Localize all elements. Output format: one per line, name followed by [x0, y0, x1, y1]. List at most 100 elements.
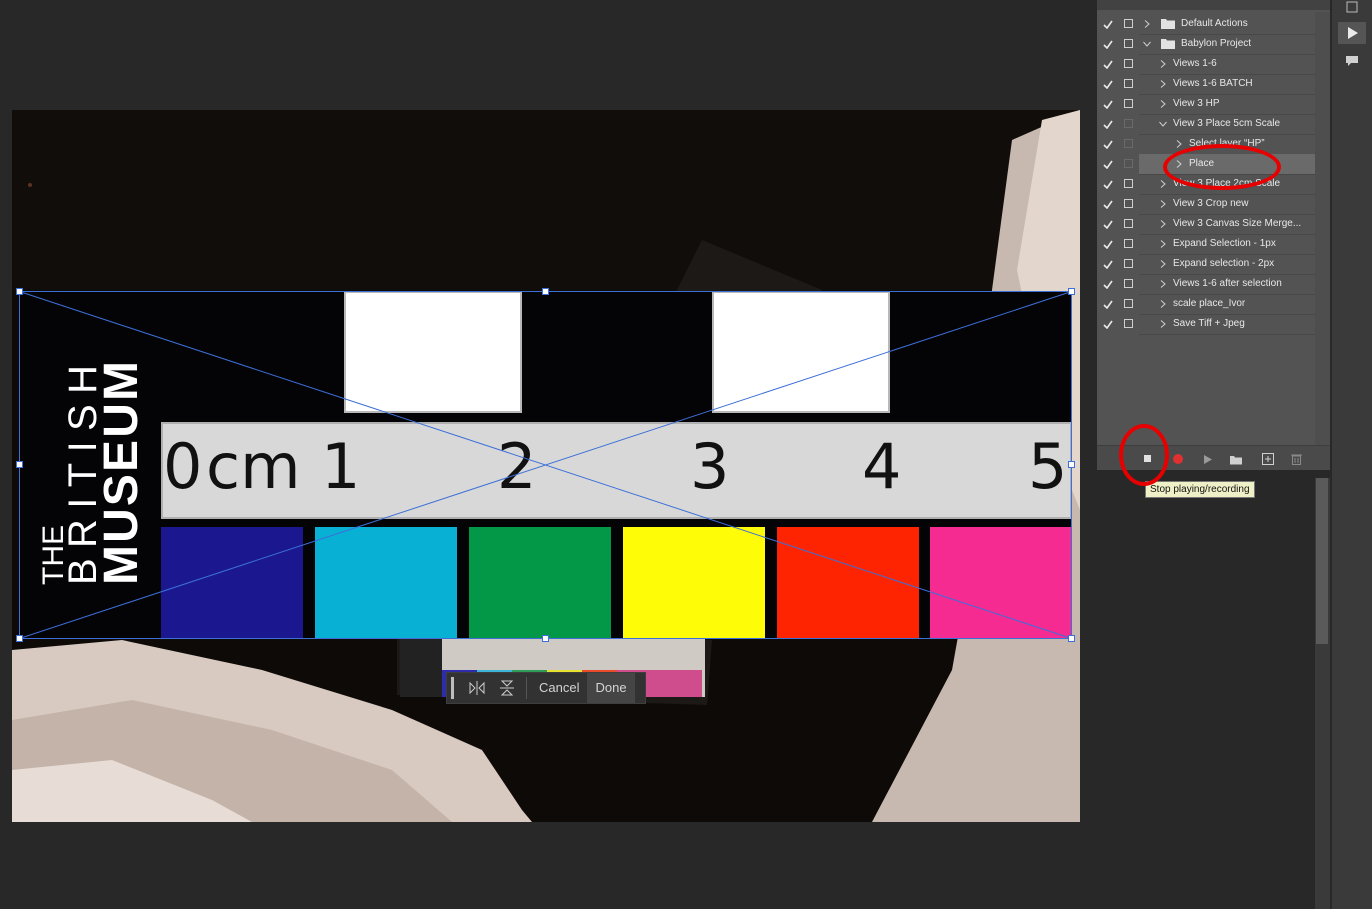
checkmark-icon[interactable] — [1100, 116, 1116, 132]
transform-bounding-box[interactable] — [12, 110, 1080, 822]
action-list-item[interactable]: View 3 Canvas Size Merge... — [1097, 214, 1315, 235]
record-icon[interactable] — [1169, 450, 1187, 468]
flip-horizontal-icon[interactable] — [462, 673, 492, 703]
chevron-right-icon[interactable] — [1159, 220, 1167, 228]
transform-handle[interactable] — [542, 635, 549, 642]
dialog-toggle-icon[interactable] — [1124, 239, 1133, 248]
dialog-toggle-icon[interactable] — [1124, 219, 1133, 228]
action-list-item[interactable]: Default Actions — [1097, 14, 1315, 35]
action-row-content: Expand selection - 2px — [1139, 254, 1315, 275]
chevron-right-icon[interactable] — [1159, 280, 1167, 288]
dialog-toggle-icon[interactable] — [1124, 279, 1133, 288]
chevron-down-icon[interactable] — [1159, 120, 1167, 128]
flip-vertical-icon[interactable] — [492, 673, 522, 703]
checkmark-icon[interactable] — [1100, 96, 1116, 112]
dialog-toggle-icon[interactable] — [1124, 139, 1133, 148]
dialog-toggle-icon[interactable] — [1124, 199, 1133, 208]
transform-handle[interactable] — [1068, 288, 1075, 295]
panel-tab-bar — [1097, 0, 1330, 10]
dialog-toggle-icon[interactable] — [1124, 319, 1133, 328]
checkmark-icon[interactable] — [1100, 196, 1116, 212]
toolbar-grip[interactable] — [451, 677, 454, 699]
action-label: View 3 Canvas Size Merge... — [1173, 218, 1302, 229]
checkmark-icon[interactable] — [1100, 276, 1116, 292]
dialog-toggle-icon[interactable] — [1124, 119, 1133, 128]
dialog-toggle-icon[interactable] — [1124, 59, 1133, 68]
transform-handle[interactable] — [16, 288, 23, 295]
chevron-down-icon[interactable] — [1143, 40, 1151, 48]
action-row-content: Save Tiff + Jpeg — [1139, 314, 1315, 335]
transform-handle[interactable] — [16, 461, 23, 468]
action-label: Expand Selection - 1px — [1173, 238, 1276, 249]
transform-handle[interactable] — [1068, 635, 1075, 642]
transform-handle[interactable] — [1068, 461, 1075, 468]
action-list-item[interactable]: Views 1-6 BATCH — [1097, 74, 1315, 95]
action-list-item[interactable]: Expand Selection - 1px — [1097, 234, 1315, 255]
checkmark-icon[interactable] — [1100, 236, 1116, 252]
transform-handle[interactable] — [16, 635, 23, 642]
chevron-right-icon[interactable] — [1159, 80, 1167, 88]
action-list-item[interactable]: Views 1-6 — [1097, 54, 1315, 75]
new-action-icon[interactable] — [1259, 450, 1277, 468]
checkmark-icon[interactable] — [1100, 316, 1116, 332]
checkmark-icon[interactable] — [1100, 136, 1116, 152]
action-list-item[interactable]: View 3 Place 5cm Scale — [1097, 114, 1315, 135]
action-list-item[interactable]: Views 1-6 after selection — [1097, 274, 1315, 295]
dialog-toggle-icon[interactable] — [1124, 19, 1133, 28]
play-icon[interactable] — [1199, 450, 1217, 468]
comments-icon[interactable] — [1338, 50, 1366, 72]
annotation-circle — [1119, 424, 1169, 486]
checkmark-icon[interactable] — [1100, 36, 1116, 52]
action-label: Views 1-6 BATCH — [1173, 78, 1253, 89]
transform-handle[interactable] — [542, 288, 549, 295]
chevron-right-icon[interactable] — [1159, 200, 1167, 208]
chevron-right-icon[interactable] — [1159, 100, 1167, 108]
action-row-content: Babylon Project — [1139, 34, 1315, 55]
action-label: View 3 HP — [1173, 98, 1220, 109]
scrollbar-thumb[interactable] — [1316, 478, 1328, 644]
chevron-right-icon[interactable] — [1143, 20, 1151, 28]
dialog-toggle-icon[interactable] — [1124, 79, 1133, 88]
dialog-toggle-icon[interactable] — [1124, 179, 1133, 188]
document-canvas[interactable]: 0 cm 1 2 3 4 5 THE BRITISH MUSEUM — [12, 110, 1080, 822]
toolbar-divider — [526, 677, 527, 699]
chevron-right-icon[interactable] — [1159, 60, 1167, 68]
lower-panel-area — [1097, 470, 1330, 909]
chevron-right-icon[interactable] — [1159, 300, 1167, 308]
trash-icon[interactable] — [1287, 450, 1305, 468]
dialog-toggle-icon[interactable] — [1124, 159, 1133, 168]
actions-panel-scrollbar[interactable] — [1315, 12, 1330, 445]
chevron-right-icon[interactable] — [1159, 320, 1167, 328]
chevron-right-icon[interactable] — [1159, 180, 1167, 188]
chevron-right-icon[interactable] — [1159, 260, 1167, 268]
panel-icon[interactable] — [1338, 0, 1366, 14]
checkmark-icon[interactable] — [1100, 76, 1116, 92]
action-list-item[interactable]: View 3 Crop new — [1097, 194, 1315, 215]
actions-panel-icon[interactable] — [1338, 22, 1366, 44]
action-list-item[interactable]: Expand selection - 2px — [1097, 254, 1315, 275]
action-label: Save Tiff + Jpeg — [1173, 318, 1245, 329]
checkmark-icon[interactable] — [1100, 296, 1116, 312]
done-button[interactable]: Done — [587, 673, 635, 703]
action-list-item[interactable]: scale place_Ivor — [1097, 294, 1315, 315]
checkmark-icon[interactable] — [1100, 156, 1116, 172]
folder-icon — [1161, 38, 1175, 49]
checkmark-icon[interactable] — [1100, 256, 1116, 272]
dialog-toggle-icon[interactable] — [1124, 299, 1133, 308]
action-label: Babylon Project — [1181, 38, 1252, 49]
chevron-right-icon[interactable] — [1159, 240, 1167, 248]
checkmark-icon[interactable] — [1100, 176, 1116, 192]
action-list-item[interactable]: Save Tiff + Jpeg — [1097, 314, 1315, 335]
checkmark-icon[interactable] — [1100, 56, 1116, 72]
action-list-item[interactable]: Babylon Project — [1097, 34, 1315, 55]
dialog-toggle-icon[interactable] — [1124, 259, 1133, 268]
checkmark-icon[interactable] — [1100, 16, 1116, 32]
dialog-toggle-icon[interactable] — [1124, 39, 1133, 48]
new-set-icon[interactable] — [1227, 450, 1245, 468]
checkmark-icon[interactable] — [1100, 216, 1116, 232]
action-row-content: Views 1-6 — [1139, 54, 1315, 75]
cancel-button[interactable]: Cancel — [531, 673, 587, 703]
action-list-item[interactable]: View 3 HP — [1097, 94, 1315, 115]
dialog-toggle-icon[interactable] — [1124, 99, 1133, 108]
chevron-right-icon[interactable] — [1175, 140, 1183, 148]
